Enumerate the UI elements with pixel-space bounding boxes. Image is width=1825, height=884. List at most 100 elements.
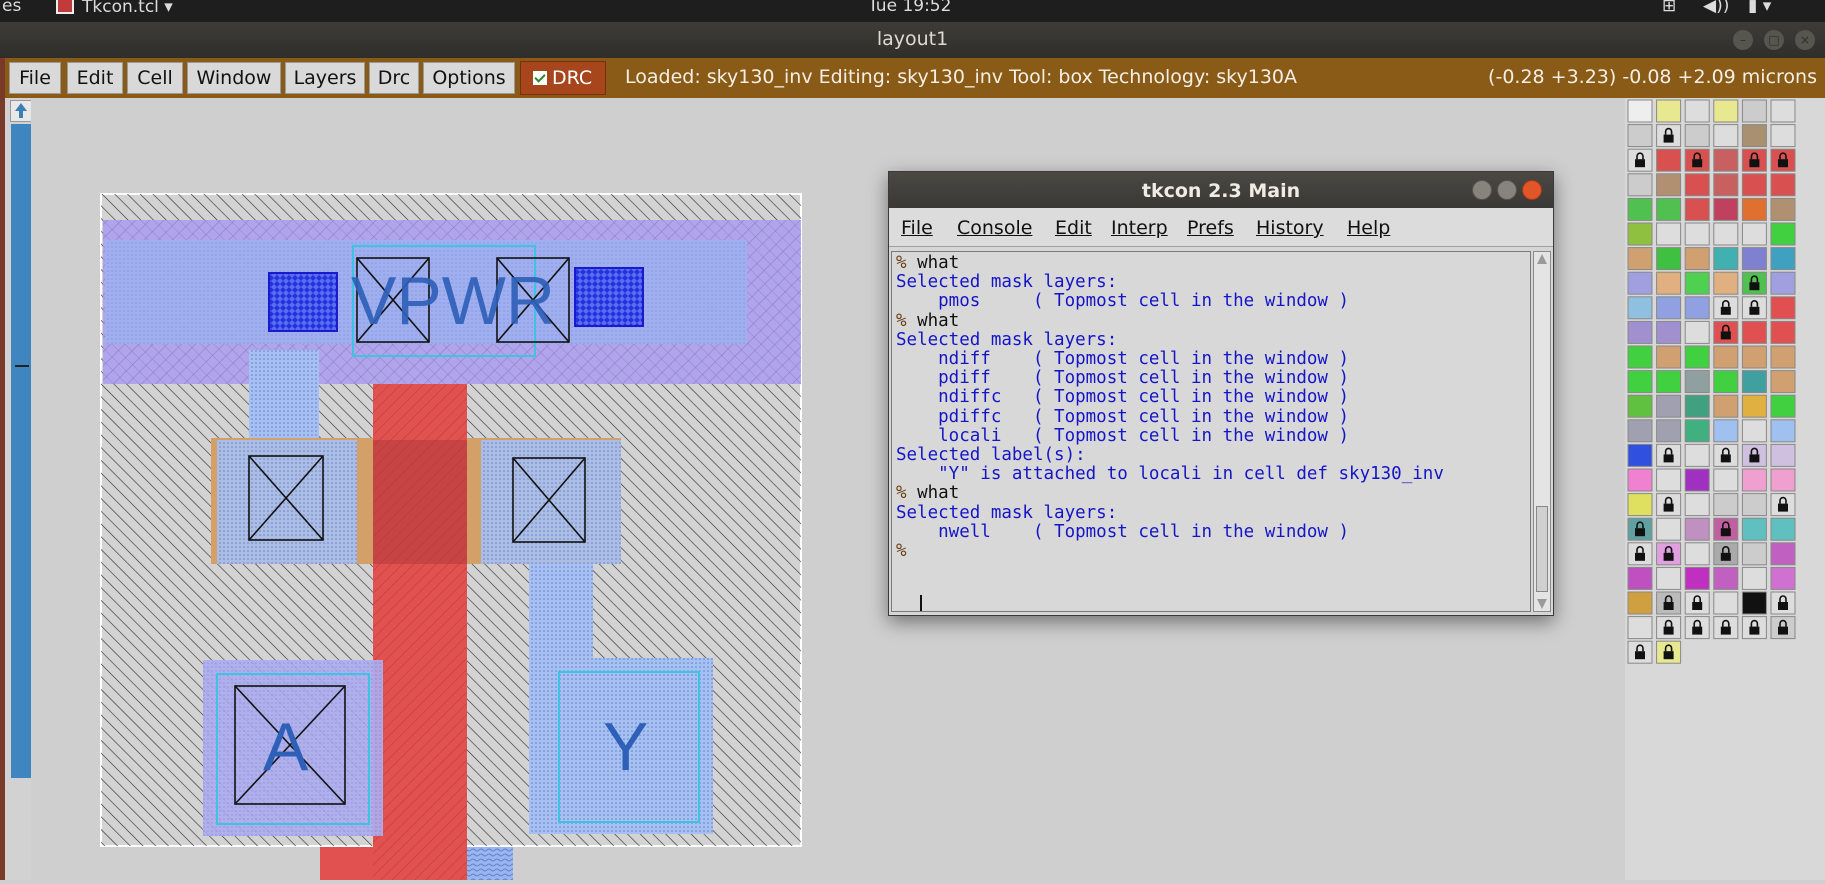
layer-swatch[interactable] <box>1627 271 1653 295</box>
vertical-scrollbar[interactable] <box>5 98 32 880</box>
layer-swatch[interactable] <box>1656 320 1682 344</box>
layer-swatch[interactable] <box>1656 370 1682 394</box>
layer-swatch[interactable] <box>1684 247 1710 271</box>
layer-swatch[interactable] <box>1741 222 1767 246</box>
menu-cell[interactable]: Cell <box>127 62 183 94</box>
layer-swatch[interactable] <box>1627 173 1653 197</box>
layer-swatch[interactable] <box>1713 271 1739 295</box>
layer-swatch[interactable] <box>1684 197 1710 221</box>
layer-swatch[interactable] <box>1713 124 1739 148</box>
layer-swatch[interactable] <box>1741 493 1767 517</box>
layer-swatch[interactable] <box>1684 517 1710 541</box>
layer-swatch[interactable] <box>1656 296 1682 320</box>
layer-swatch[interactable] <box>1627 320 1653 344</box>
activities-button[interactable]: es <box>2 0 21 16</box>
layer-swatch[interactable] <box>1627 247 1653 271</box>
layer-swatch[interactable] <box>1713 148 1739 172</box>
layer-swatch[interactable] <box>1656 517 1682 541</box>
layer-swatch[interactable] <box>1713 247 1739 271</box>
layer-swatch[interactable] <box>1770 345 1796 369</box>
tkcon-menu-history[interactable]: History <box>1256 217 1324 239</box>
layer-swatch[interactable] <box>1684 419 1710 443</box>
layer-swatch[interactable] <box>1684 394 1710 418</box>
layer-swatch[interactable] <box>1684 468 1710 492</box>
layer-swatch[interactable] <box>1627 296 1653 320</box>
tkcon-menu-interp[interactable]: Interp <box>1111 217 1168 239</box>
layer-swatch[interactable] <box>1713 394 1739 418</box>
layer-swatch[interactable] <box>1770 566 1796 590</box>
layer-swatch[interactable] <box>1741 99 1767 123</box>
layer-swatch[interactable] <box>1770 99 1796 123</box>
layer-swatch[interactable] <box>1627 443 1653 467</box>
layer-swatch[interactable] <box>1770 468 1796 492</box>
layer-swatch[interactable] <box>1741 345 1767 369</box>
layer-swatch[interactable] <box>1684 222 1710 246</box>
tkcon-title-bar[interactable]: tkcon 2.3 Main <box>889 172 1553 208</box>
layer-swatch[interactable] <box>1627 222 1653 246</box>
layer-swatch[interactable] <box>1656 271 1682 295</box>
layer-swatch[interactable] <box>1741 419 1767 443</box>
layer-swatch[interactable] <box>1684 566 1710 590</box>
menu-file[interactable]: File <box>9 62 61 94</box>
app-menu[interactable]: Tkcon.tcl ▾ <box>56 0 173 17</box>
layer-swatch[interactable] <box>1741 517 1767 541</box>
minimize-icon[interactable] <box>1472 180 1492 200</box>
layer-swatch[interactable] <box>1656 394 1682 418</box>
tkcon-menu-prefs[interactable]: Prefs <box>1187 217 1234 239</box>
layer-swatch[interactable] <box>1656 99 1682 123</box>
layer-swatch[interactable] <box>1684 296 1710 320</box>
menu-options[interactable]: Options <box>423 62 515 94</box>
layer-swatch[interactable] <box>1627 99 1653 123</box>
scroll-up-arrow-icon[interactable] <box>10 100 32 122</box>
layer-swatch[interactable] <box>1684 370 1710 394</box>
tkcon-menu-console[interactable]: Console <box>957 217 1032 239</box>
layer-swatch[interactable] <box>1627 591 1653 615</box>
scroll-up-arrow-icon[interactable] <box>1537 254 1547 264</box>
layer-swatch[interactable] <box>1770 419 1796 443</box>
layer-swatch[interactable] <box>1741 173 1767 197</box>
layer-swatch[interactable] <box>1656 222 1682 246</box>
layer-swatch[interactable] <box>1713 566 1739 590</box>
layer-swatch[interactable] <box>1770 222 1796 246</box>
layer-swatch[interactable] <box>1684 345 1710 369</box>
layer-swatch[interactable] <box>1627 493 1653 517</box>
layer-swatch[interactable] <box>1713 591 1739 615</box>
layer-swatch[interactable] <box>1684 173 1710 197</box>
scrollbar-thumb[interactable] <box>11 124 31 778</box>
layer-swatch[interactable] <box>1770 271 1796 295</box>
layer-swatch[interactable] <box>1627 419 1653 443</box>
layer-swatch[interactable] <box>1713 345 1739 369</box>
layer-swatch[interactable] <box>1741 468 1767 492</box>
layer-swatch[interactable] <box>1713 493 1739 517</box>
layer-swatch[interactable] <box>1684 542 1710 566</box>
tkcon-console-output[interactable]: % what Selected mask layers: pmos ( Topmo… <box>891 251 1531 612</box>
layer-swatch[interactable] <box>1741 591 1767 615</box>
window-title-bar[interactable]: layout1 – □ × <box>0 22 1825 58</box>
layer-swatch[interactable] <box>1627 124 1653 148</box>
layer-swatch[interactable] <box>1656 148 1682 172</box>
menu-window[interactable]: Window <box>187 62 281 94</box>
layer-swatch[interactable] <box>1713 197 1739 221</box>
layer-swatch[interactable] <box>1713 99 1739 123</box>
close-icon[interactable] <box>1522 180 1542 200</box>
layer-swatch[interactable] <box>1713 173 1739 197</box>
volume-icon[interactable]: ◀)) <box>1703 0 1729 16</box>
tkcon-menu-edit[interactable]: Edit <box>1055 217 1092 239</box>
menu-edit[interactable]: Edit <box>67 62 123 94</box>
layer-swatch[interactable] <box>1741 370 1767 394</box>
network-icon[interactable]: ⊞ <box>1662 0 1676 16</box>
layer-swatch[interactable] <box>1770 517 1796 541</box>
layer-swatch[interactable] <box>1684 124 1710 148</box>
layer-swatch[interactable] <box>1770 443 1796 467</box>
tkcon-window[interactable]: tkcon 2.3 Main File Console Edit Interp … <box>888 171 1554 616</box>
layer-swatch[interactable] <box>1656 566 1682 590</box>
tkcon-scrollbar-thumb[interactable] <box>1536 506 1548 592</box>
layer-swatch[interactable] <box>1684 320 1710 344</box>
layer-swatch[interactable] <box>1656 247 1682 271</box>
layer-swatch[interactable] <box>1684 443 1710 467</box>
layer-swatch[interactable] <box>1713 419 1739 443</box>
layer-swatch[interactable] <box>1656 197 1682 221</box>
layer-swatch[interactable] <box>1656 419 1682 443</box>
layer-swatch[interactable] <box>1741 247 1767 271</box>
layer-swatch[interactable] <box>1770 124 1796 148</box>
